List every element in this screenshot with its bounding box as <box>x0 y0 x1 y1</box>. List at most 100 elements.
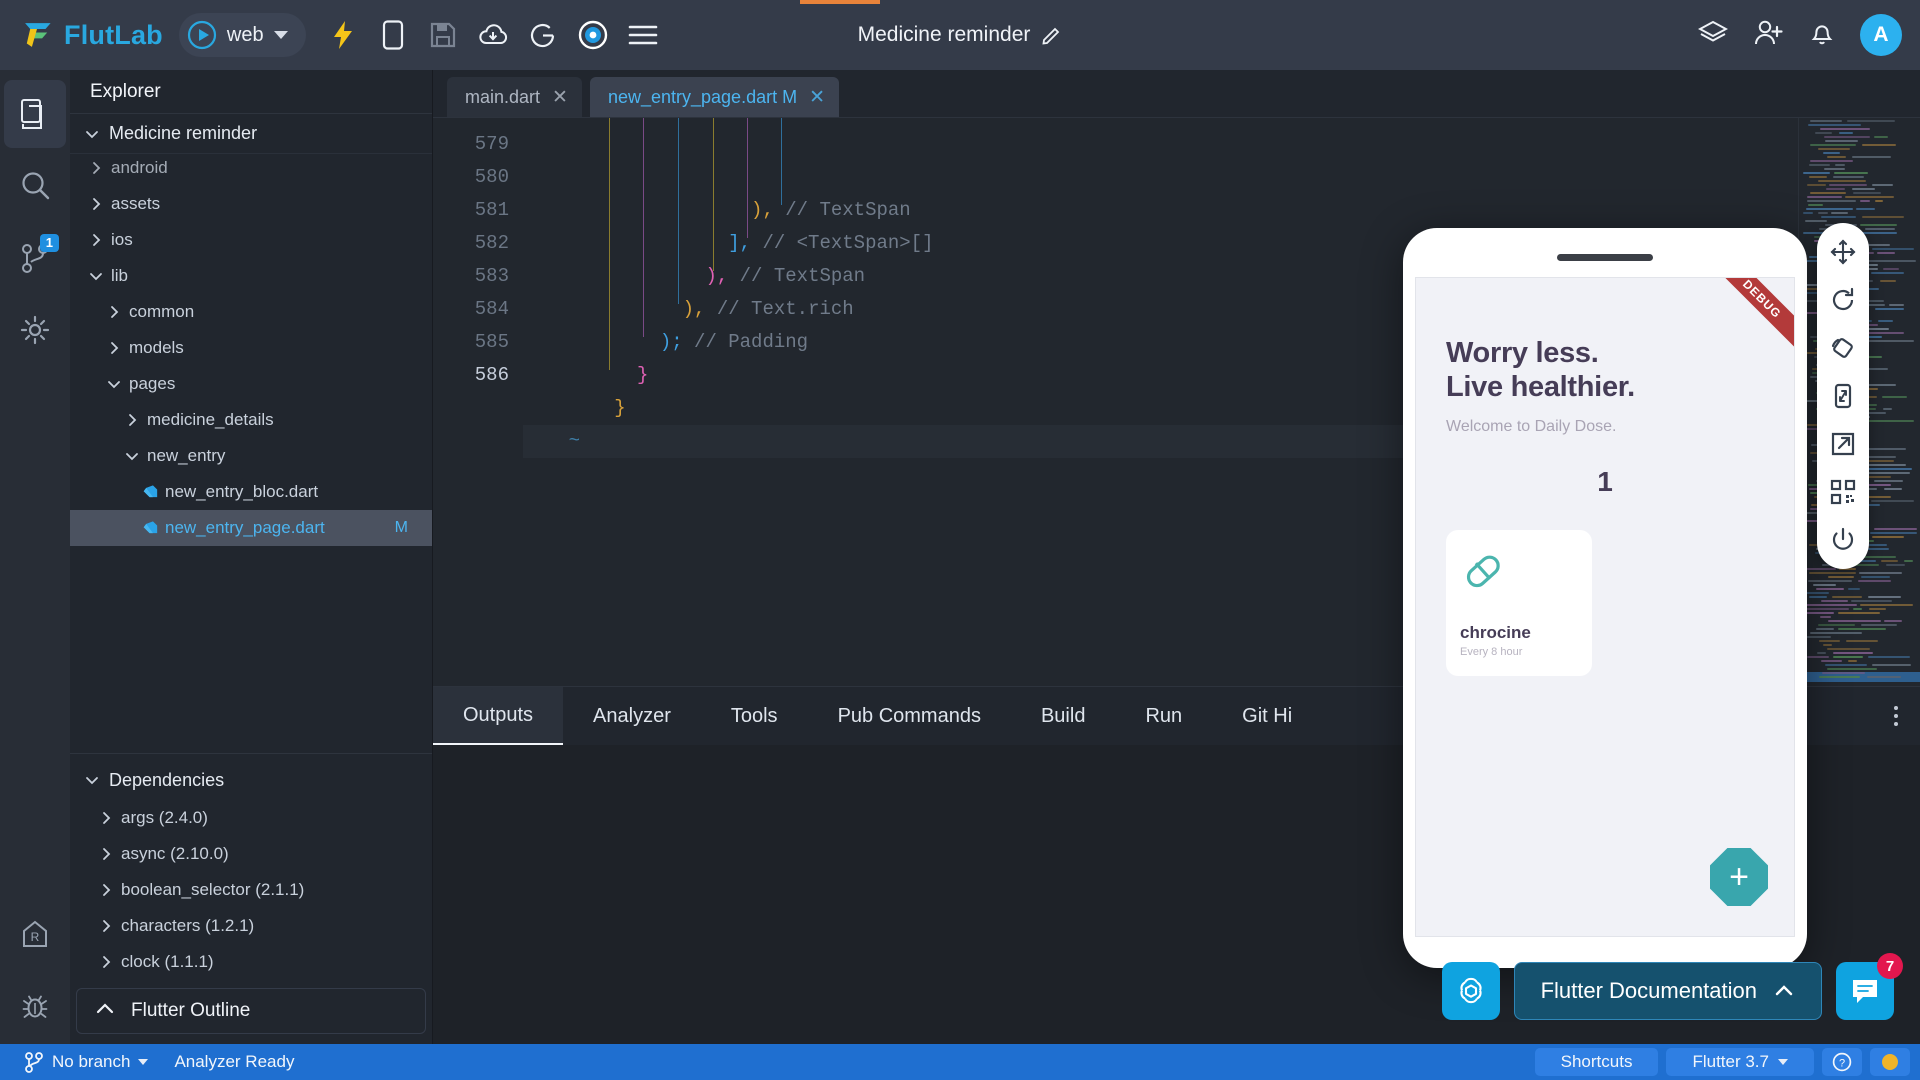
dependency-row[interactable]: boolean_selector (2.1.1) <box>70 872 432 908</box>
file-row[interactable]: new_entry_bloc.dart <box>70 474 432 510</box>
minimap-line <box>1810 632 1862 634</box>
dependency-row[interactable]: clock (1.1.1) <box>70 944 432 980</box>
panel-tab[interactable]: Run <box>1115 687 1212 745</box>
open-external-icon[interactable] <box>1830 431 1856 457</box>
openai-assistant-button[interactable] <box>1441 962 1500 1020</box>
line-number: 580 <box>474 166 509 188</box>
add-user-icon[interactable] <box>1754 19 1784 52</box>
minimap-line <box>1819 676 1860 678</box>
code-bracket: ) <box>682 298 695 320</box>
close-icon[interactable]: ✕ <box>552 88 568 107</box>
minimap-line <box>1851 600 1892 602</box>
cloud-download-icon[interactable] <box>478 20 508 50</box>
dependency-row[interactable]: args (2.4.0) <box>70 800 432 836</box>
minimap-line <box>1825 140 1858 142</box>
folder-row[interactable]: common <box>70 294 432 330</box>
settings-gear-icon[interactable] <box>578 20 608 50</box>
minimap-line <box>1819 640 1840 642</box>
activity-files-button[interactable] <box>4 80 66 148</box>
editor-tab[interactable]: main.dart ✕ <box>447 77 582 117</box>
lightning-icon[interactable] <box>328 20 358 50</box>
code-punct: , <box>694 298 706 320</box>
panel-tab[interactable]: Build <box>1011 687 1115 745</box>
folder-row[interactable]: ios <box>70 222 432 258</box>
minimap-line <box>1810 160 1853 162</box>
rotate-screen-icon[interactable] <box>1830 335 1856 361</box>
dependency-label: boolean_selector (2.1.1) <box>121 880 305 899</box>
add-medicine-fab[interactable]: + <box>1710 848 1768 906</box>
project-name: Medicine reminder <box>109 123 258 143</box>
minimap-line <box>1883 408 1892 410</box>
panel-tab[interactable]: Outputs <box>433 687 564 745</box>
status-indicator[interactable] <box>1870 1048 1910 1076</box>
help-button[interactable]: ? <box>1822 1048 1862 1076</box>
minimap-line <box>1874 480 1903 482</box>
mobile-icon[interactable] <box>378 20 408 50</box>
editor-tabbar: main.dart ✕ new_entry_page.dart M ✕ <box>433 70 1920 118</box>
run-target-selector[interactable]: web <box>178 13 306 57</box>
device-screen[interactable]: DEBUG Worry less. Live healthier. Welcome… <box>1415 277 1795 937</box>
minimap-line <box>1821 660 1842 662</box>
activity-settings-button[interactable] <box>4 296 66 364</box>
dependency-label: async (2.10.0) <box>121 844 229 863</box>
resize-icon[interactable] <box>1830 383 1856 409</box>
activity-debug-button[interactable] <box>4 972 66 1040</box>
medicine-card[interactable]: chrocine Every 8 hour <box>1446 530 1592 677</box>
dependency-row[interactable]: async (2.10.0) <box>70 836 432 872</box>
chevron-down-icon <box>1778 1059 1788 1065</box>
minimap-line <box>1810 120 1842 122</box>
panel-tab[interactable]: Pub Commands <box>808 687 1011 745</box>
avatar[interactable]: A <box>1860 14 1902 56</box>
shortcuts-button[interactable]: Shortcuts <box>1534 1048 1659 1076</box>
close-icon[interactable]: ✕ <box>809 88 825 107</box>
branch-selector[interactable]: No branch <box>16 1048 156 1076</box>
files-icon <box>21 99 42 129</box>
panel-tab[interactable]: Analyzer <box>563 687 701 745</box>
dependency-row[interactable]: characters (1.2.1) <box>70 908 432 944</box>
minimap-line <box>1826 188 1845 190</box>
flutter-outline-toggle[interactable]: Flutter Outline <box>76 988 426 1034</box>
folder-row[interactable]: lib <box>70 258 432 294</box>
hamburger-menu-icon[interactable] <box>628 20 658 50</box>
brand[interactable]: FlutLab <box>20 18 163 52</box>
power-icon[interactable] <box>1830 527 1856 553</box>
chevron-down-icon <box>273 31 288 39</box>
folder-row[interactable]: medicine_details <box>70 402 432 438</box>
edit-pencil-icon[interactable] <box>1042 25 1062 45</box>
activity-git-button[interactable]: 1 <box>4 224 66 292</box>
project-root-row[interactable]: Medicine reminder <box>70 114 432 154</box>
editor-tab[interactable]: new_entry_page.dart M ✕ <box>589 77 840 117</box>
google-icon[interactable] <box>528 20 558 50</box>
folder-row[interactable]: android <box>70 154 432 186</box>
tree-item-label: ios <box>111 230 133 249</box>
dependencies-header-row[interactable]: Dependencies <box>70 760 432 800</box>
move-icon[interactable] <box>1830 239 1856 265</box>
save-icon[interactable] <box>428 20 458 50</box>
activity-readme-button[interactable]: R <box>4 900 66 968</box>
reload-icon[interactable] <box>1830 287 1856 313</box>
notifications-bell-icon[interactable] <box>1810 19 1834 52</box>
minimap-line <box>1853 608 1862 610</box>
folder-row[interactable]: pages <box>70 366 432 402</box>
qr-code-icon[interactable] <box>1830 479 1856 505</box>
minimap-line <box>1808 580 1852 582</box>
more-options-icon[interactable] <box>1894 706 1898 726</box>
chat-button[interactable]: 7 <box>1836 953 1903 1020</box>
panel-tab[interactable]: Git Hi <box>1212 687 1322 745</box>
flutter-version-selector[interactable]: Flutter 3.7 <box>1666 1048 1814 1076</box>
flutter-documentation-button[interactable]: Flutter Documentation <box>1513 962 1822 1020</box>
folder-row[interactable]: assets <box>70 186 432 222</box>
chevron-down-icon <box>84 126 100 142</box>
file-row[interactable]: new_entry_page.dart M <box>70 510 432 546</box>
folder-row[interactable]: models <box>70 330 432 366</box>
line-number: 582 <box>474 232 509 254</box>
chevron-down-icon <box>106 376 122 392</box>
code-line[interactable]: ), // TextSpan <box>523 194 1920 227</box>
folder-row[interactable]: new_entry <box>70 438 432 474</box>
minimap-line <box>1871 272 1904 274</box>
layers-icon[interactable] <box>1697 20 1729 51</box>
minimap-line <box>1838 612 1880 614</box>
openai-icon <box>1459 977 1482 1004</box>
activity-search-button[interactable] <box>4 152 66 220</box>
panel-tab[interactable]: Tools <box>701 687 808 745</box>
